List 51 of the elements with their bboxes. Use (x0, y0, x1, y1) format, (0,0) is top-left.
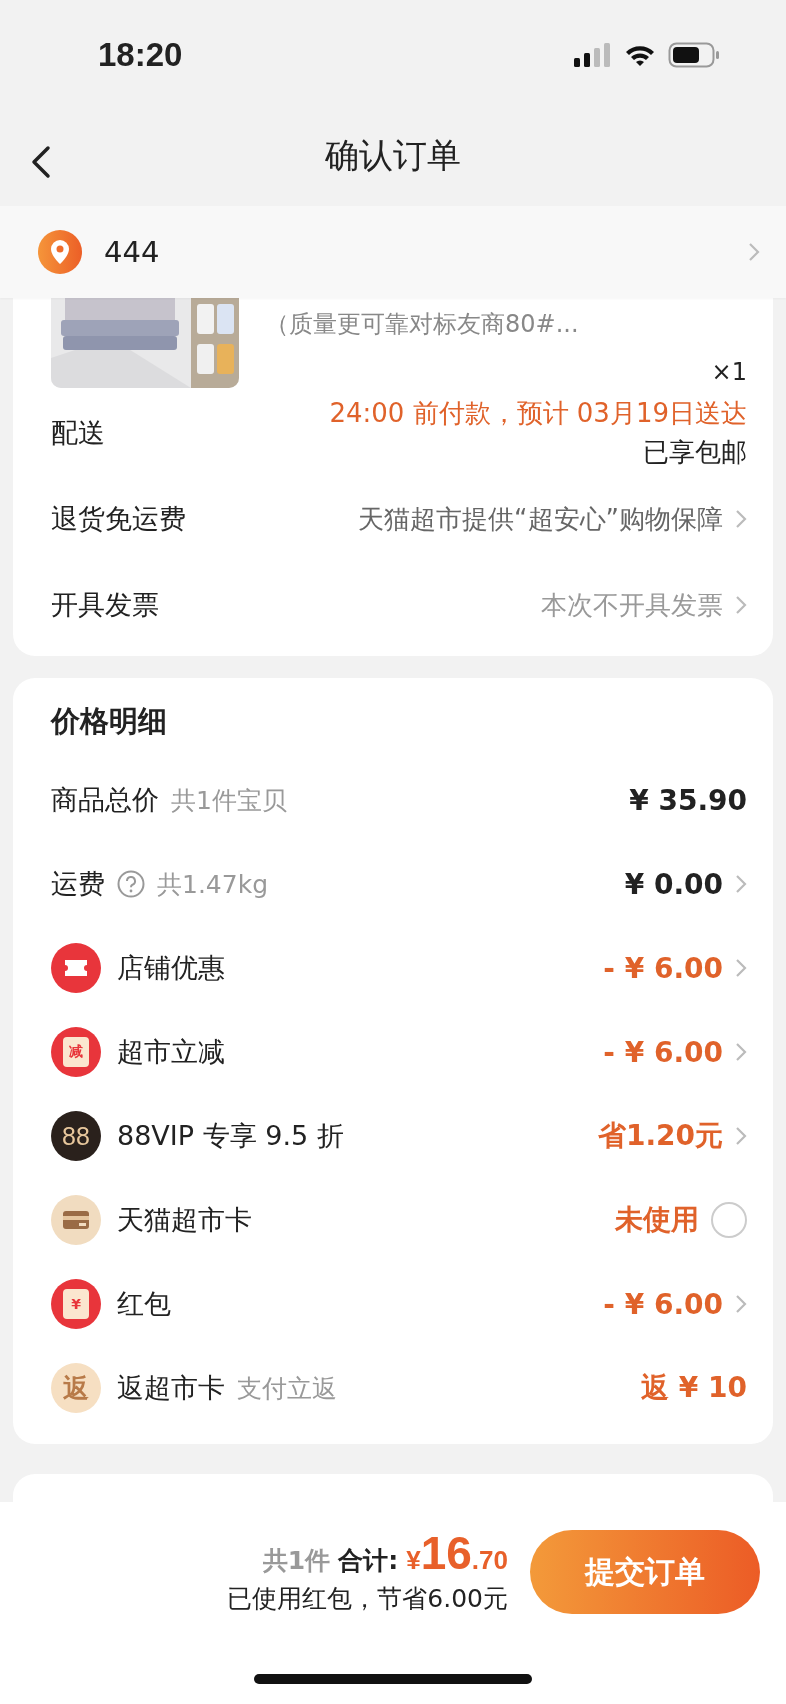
product-title: （质量更可靠对标友商80#... (265, 309, 580, 340)
item-count: 共1件 (262, 1545, 331, 1577)
row-label: 开具发票 (51, 588, 159, 622)
row-label: 店铺优惠 (117, 951, 225, 985)
discount-icon: 减 (51, 1027, 101, 1077)
location-pin-icon (38, 230, 82, 274)
total-amount: ¥16.70 (406, 1526, 508, 1580)
help-icon[interactable] (117, 870, 145, 898)
address-text: 444 (104, 235, 161, 269)
row-value: 省1.20元 (597, 1118, 723, 1154)
row-value: 未使用 (615, 1202, 699, 1238)
wifi-icon (624, 43, 656, 67)
row-label: 返超市卡 (117, 1371, 225, 1405)
total-label: 合计: (338, 1545, 399, 1577)
battery-icon (668, 42, 720, 68)
status-time: 18:20 (98, 36, 183, 74)
row-note: 支付立返 (237, 1372, 337, 1405)
row-label: 配送 (51, 416, 105, 450)
page-title: 确认订单 (325, 134, 461, 177)
row-value: 24:00 前付款，预计 03月19日送达 (329, 397, 747, 430)
row-label: 运费 (51, 867, 105, 901)
row-label: 商品总价 (51, 783, 159, 817)
row-value: 天猫超市提供“超安心”购物保障 (358, 502, 723, 536)
rebate-icon: 返 (51, 1363, 101, 1413)
row-value: 本次不开具发票 (541, 588, 723, 622)
card-icon (51, 1195, 101, 1245)
row-label: 退货免运费 (51, 502, 186, 536)
row-value: - ¥ 6.00 (603, 951, 723, 985)
vip-icon: 88 (51, 1111, 101, 1161)
address-bar[interactable]: 444 (0, 206, 786, 298)
row-label: 超市立减 (117, 1035, 225, 1069)
savings-text: 已使用红包，节省6.00元 (227, 1583, 508, 1615)
section-title: 价格明细 (51, 703, 168, 740)
quantity: ×1 (711, 358, 747, 386)
row-value: ¥ 35.90 (629, 783, 747, 817)
row-value: - ¥ 6.00 (603, 1287, 723, 1321)
row-label: 天猫超市卡 (117, 1203, 252, 1237)
row-note: 共1件宝贝 (171, 784, 287, 817)
redpacket-icon: ¥ (51, 1279, 101, 1329)
row-label: 88VIP 专享 9.5 折 (117, 1119, 344, 1153)
row-note: 已享包邮 (643, 436, 747, 469)
radio-button[interactable] (711, 1202, 747, 1238)
ticket-icon (51, 943, 101, 993)
chevron-icon (748, 242, 760, 262)
row-value: ¥ 0.00 (624, 867, 723, 901)
row-note: 共1.47kg (157, 868, 268, 901)
back-icon[interactable] (30, 145, 52, 179)
row-label: 红包 (117, 1287, 171, 1321)
row-value: - ¥ 6.00 (603, 1035, 723, 1069)
row-value: 返 ¥ 10 (641, 1370, 747, 1406)
signal-icon (574, 43, 612, 67)
